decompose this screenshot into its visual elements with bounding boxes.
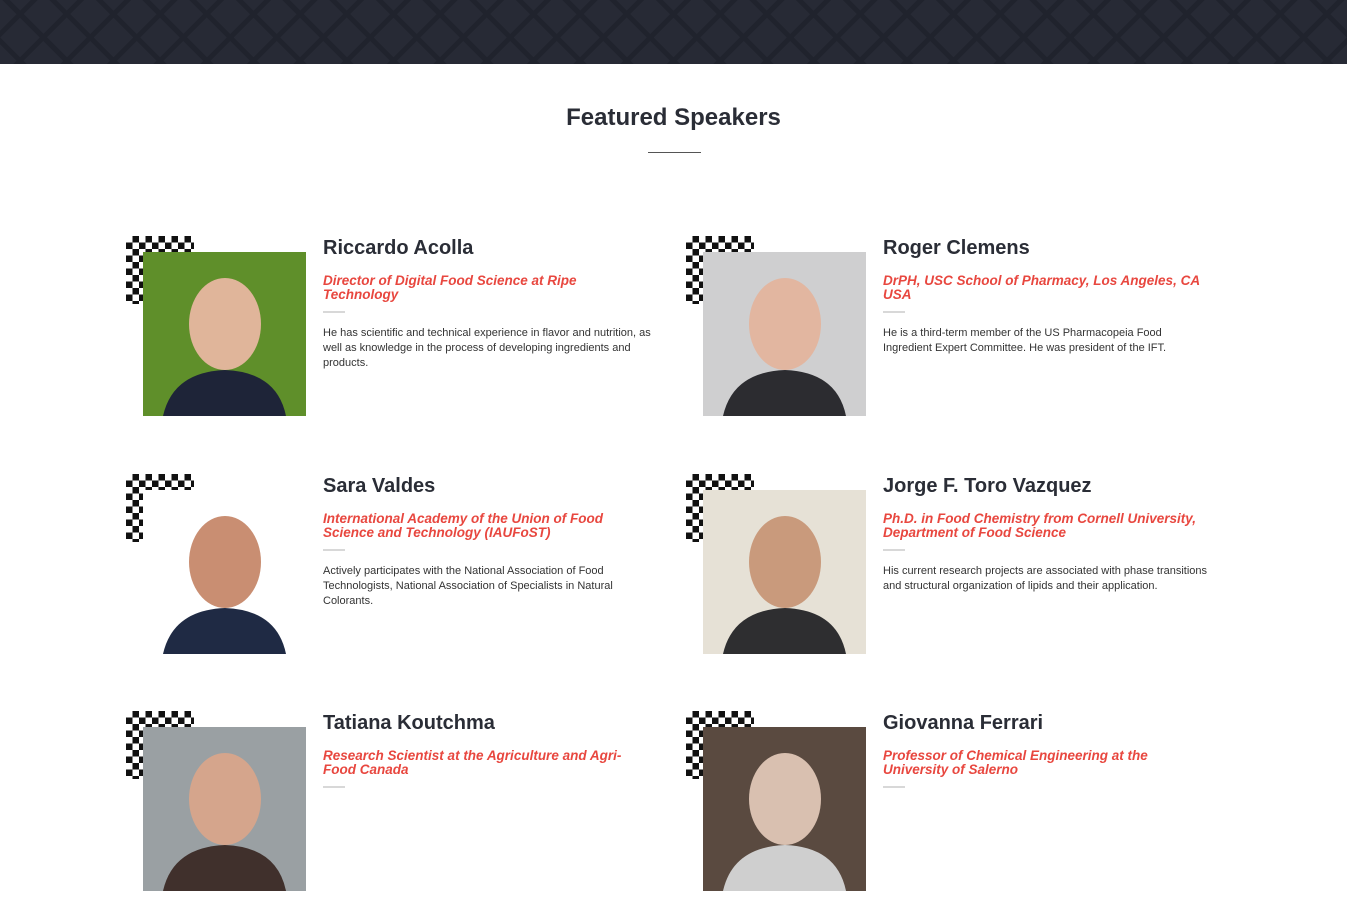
speaker-role: Research Scientist at the Agriculture an… <box>323 748 622 777</box>
speaker-name: Giovanna Ferrari <box>883 712 1044 734</box>
speaker-name: Roger Clemens <box>883 237 1030 259</box>
speaker-name: Tatiana Koutchma <box>323 712 495 734</box>
speaker-photo <box>143 490 306 654</box>
speaker-name: Riccardo Acolla <box>323 237 474 259</box>
speaker-photo <box>703 252 866 416</box>
header-banner <box>0 0 1347 64</box>
speaker-bio: His current research projects are associ… <box>883 565 1208 592</box>
speaker-role: DrPH, USC School of Pharmacy, Los Angele… <box>883 273 1200 302</box>
speaker-card: Jorge F. Toro Vazquez Ph.D. in Food Chem… <box>686 474 1226 674</box>
speaker-role: Director of Digital Food Science at Ripe… <box>323 273 577 302</box>
speaker-divider <box>323 549 345 551</box>
section-title: Featured Speakers <box>566 104 781 131</box>
speaker-name: Jorge F. Toro Vazquez <box>883 475 1092 497</box>
speaker-divider <box>323 786 345 788</box>
speaker-photo <box>143 727 306 891</box>
speaker-name: Sara Valdes <box>323 475 436 497</box>
speaker-role: International Academy of the Union of Fo… <box>323 511 603 540</box>
speaker-bio: He is a third-term member of the US Phar… <box>883 327 1167 354</box>
speaker-photo <box>703 727 866 891</box>
speaker-card: Tatiana Koutchma Research Scientist at t… <box>126 711 666 911</box>
speaker-bio: Actively participates with the National … <box>323 565 613 607</box>
title-divider <box>648 152 701 153</box>
speaker-card: Giovanna Ferrari Professor of Chemical E… <box>686 711 1226 911</box>
speaker-divider <box>883 786 905 788</box>
speaker-card: Sara Valdes International Academy of the… <box>126 474 666 674</box>
speaker-divider <box>883 549 905 551</box>
speaker-role: Ph.D. in Food Chemistry from Cornell Uni… <box>883 511 1197 540</box>
speaker-divider <box>323 311 345 313</box>
speaker-bio: He has scientific and technical experien… <box>323 327 651 369</box>
speaker-card: Riccardo Acolla Director of Digital Food… <box>126 236 666 436</box>
speaker-photo <box>703 490 866 654</box>
speaker-divider <box>883 311 905 313</box>
speaker-role: Professor of Chemical Engineering at the… <box>883 748 1148 777</box>
speaker-card: Roger Clemens DrPH, USC School of Pharma… <box>686 236 1226 436</box>
speaker-photo <box>143 252 306 416</box>
